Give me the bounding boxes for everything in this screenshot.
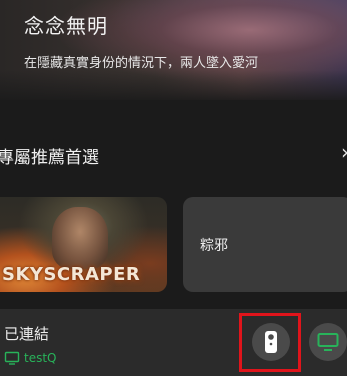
tv-icon (4, 351, 20, 365)
poster-title: SKYSCRAPER (2, 264, 141, 285)
chevron-right-icon[interactable]: › (341, 140, 347, 164)
connected-device[interactable]: testQ (4, 350, 57, 366)
hero-title: 念念無明 (24, 14, 108, 38)
card-title: 粽邪 (200, 238, 228, 254)
hero-subtitle: 在隱藏真實身份的情況下，兩人墜入愛河 (24, 56, 259, 71)
tv-button[interactable] (309, 323, 347, 361)
movie-card-skyscraper[interactable]: SKYSCRAPER (0, 197, 167, 292)
remote-control-button[interactable] (252, 323, 290, 361)
hero-banner[interactable]: 念念無明 在隱藏真實身份的情況下，兩人墜入愛河 (0, 0, 347, 100)
remote-control-icon (265, 331, 277, 353)
movie-card-second[interactable]: 粽邪 (183, 197, 347, 292)
poster-image (52, 207, 108, 269)
connection-status: 已連結 (4, 325, 50, 343)
screen: 念念無明 在隱藏真實身份的情況下，兩人墜入愛河 專屬推薦首選 › SKYSCRA… (0, 0, 347, 376)
device-name: testQ (24, 351, 57, 365)
section-title: 專屬推薦首選 (0, 148, 99, 168)
tv-icon (317, 333, 339, 351)
